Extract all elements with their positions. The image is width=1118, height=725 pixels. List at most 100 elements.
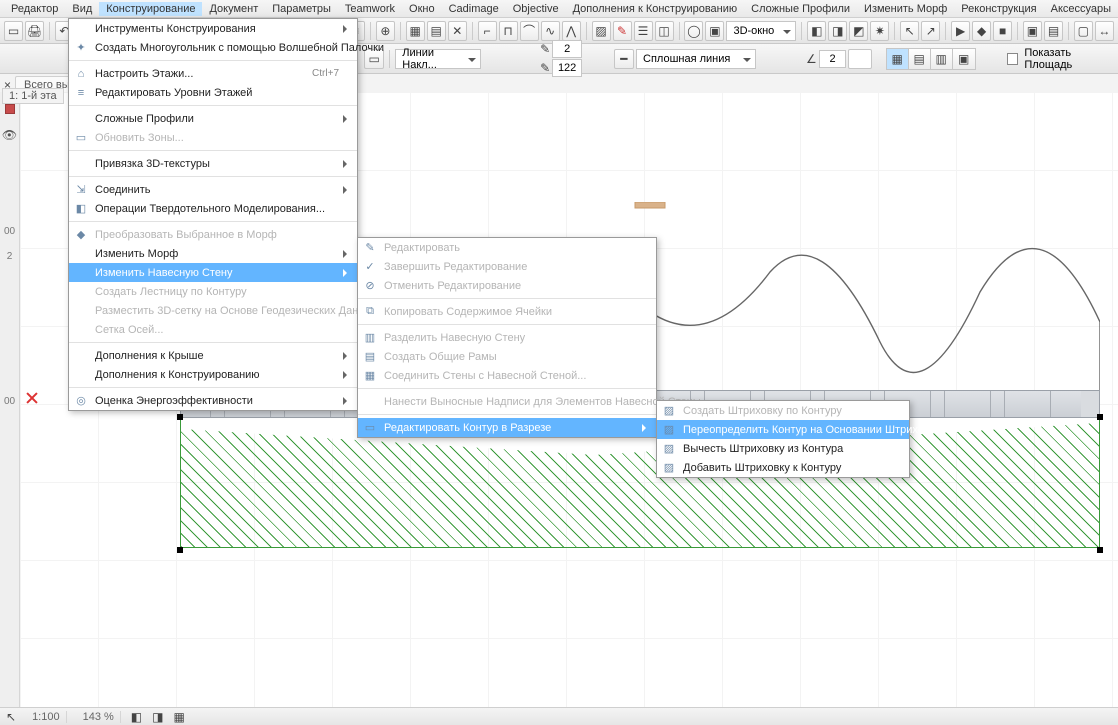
menu-row[interactable]: Дополнения к Крыше bbox=[69, 346, 357, 365]
handle-icon[interactable] bbox=[177, 547, 183, 553]
angle-value[interactable]: 2 bbox=[819, 50, 847, 68]
mode-2[interactable]: ▤ bbox=[909, 49, 931, 69]
nav-icon[interactable]: ▦ bbox=[173, 711, 184, 723]
menu-row: ▤Создать Общие Рамы bbox=[358, 347, 656, 366]
zoom-value[interactable]: 1:100 bbox=[26, 711, 67, 723]
num-a[interactable]: 2 bbox=[552, 40, 582, 58]
tb-fill[interactable]: ▨ bbox=[592, 21, 611, 41]
menu-row[interactable]: ◧Операции Твердотельного Моделирования..… bbox=[69, 199, 357, 218]
tb-arrow1[interactable]: ↖ bbox=[900, 21, 919, 41]
tb-new[interactable]: ▭ bbox=[4, 21, 23, 41]
menu-row[interactable]: ▨ Добавить Штриховку к Контуру bbox=[657, 458, 909, 477]
tb-view1[interactable]: ◧ bbox=[807, 21, 826, 41]
menu-item[interactable]: Аксессуары bbox=[1044, 2, 1118, 16]
separator bbox=[801, 22, 802, 40]
linetype-dropdown[interactable]: Линии Накл... bbox=[395, 49, 481, 69]
eye-icon[interactable]: 👁 bbox=[2, 128, 17, 142]
floor-tab[interactable]: 1: 1-й эта bbox=[2, 88, 64, 104]
menu-item[interactable]: Objective bbox=[506, 2, 566, 16]
menu-row-label: Редактировать Уровни Этажей bbox=[95, 87, 252, 99]
tb-cam[interactable]: ☰ bbox=[634, 21, 653, 41]
menu-item[interactable]: Изменить Морф bbox=[857, 2, 954, 16]
scale-value[interactable]: 143 % bbox=[77, 711, 121, 723]
menu-row-icon: ▨ bbox=[661, 461, 677, 474]
menu-row[interactable]: ≡Редактировать Уровни Этажей bbox=[69, 83, 357, 102]
mode-3[interactable]: ▥ bbox=[931, 49, 953, 69]
mode-1[interactable]: ▦ bbox=[887, 49, 909, 69]
menu-row[interactable]: ▭Редактировать Контур в Разрезе bbox=[358, 418, 656, 437]
contour-submenu: ▨Создать Штриховку по Контуру▨Переопреде… bbox=[656, 400, 910, 478]
menu-item[interactable]: Редактор bbox=[4, 2, 65, 16]
menu-row[interactable]: ◎Оценка Энергоэффективности bbox=[69, 391, 357, 410]
tb-3d[interactable]: ◫ bbox=[655, 21, 674, 41]
menu-row[interactable]: Сложные Профили bbox=[69, 109, 357, 128]
mode-4[interactable]: ▣ bbox=[953, 49, 975, 69]
menu-row[interactable]: Привязка 3D-текстуры bbox=[69, 154, 357, 173]
menu-row-label: Добавить Штриховку к Контуру bbox=[683, 462, 841, 474]
menu-row[interactable]: Изменить Морф bbox=[69, 244, 357, 263]
tb-c1[interactable]: ▣ bbox=[1023, 21, 1042, 41]
tb-dim[interactable]: ↔ bbox=[1095, 21, 1114, 41]
tb-sun[interactable]: ✷ bbox=[870, 21, 889, 41]
tb-a5[interactable]: ⋀ bbox=[562, 21, 581, 41]
menu-item[interactable]: Сложные Профили bbox=[744, 2, 857, 16]
menu-item[interactable]: Окно bbox=[402, 2, 442, 16]
tb-ruler[interactable]: ▤ bbox=[427, 21, 446, 41]
tb-x[interactable]: ✕ bbox=[448, 21, 467, 41]
menu-item[interactable]: Дополнения к Конструированию bbox=[566, 2, 745, 16]
menu-item[interactable]: Документ bbox=[202, 2, 265, 16]
tb-arrow2[interactable]: ↗ bbox=[921, 21, 940, 41]
menu-row: ◆Преобразовать Выбранное в Морф bbox=[69, 225, 357, 244]
menu-row: Нанести Выносные Надписи для Элементов Н… bbox=[358, 392, 656, 411]
menu-row[interactable]: ⌂Настроить Этажи...Ctrl+7 bbox=[69, 64, 357, 83]
construction-menu: Инструменты Конструирования✦Создать Мног… bbox=[68, 18, 358, 411]
tb-play[interactable]: ▶ bbox=[951, 21, 970, 41]
num-b[interactable]: 122 bbox=[552, 59, 582, 77]
tb-snap[interactable]: ⊕ bbox=[376, 21, 395, 41]
tb-stop[interactable]: ■ bbox=[993, 21, 1012, 41]
menu-row[interactable]: Изменить Навесную Стену bbox=[69, 263, 357, 282]
menu-item[interactable]: Параметры bbox=[265, 2, 338, 16]
tb-a1[interactable]: ⌐ bbox=[478, 21, 497, 41]
tb-a4[interactable]: ∿ bbox=[541, 21, 560, 41]
line-style-dropdown[interactable]: Сплошная линия bbox=[636, 49, 756, 69]
marker-icon[interactable] bbox=[5, 104, 15, 114]
menu-item[interactable]: Реконструкция bbox=[954, 2, 1043, 16]
menu-row[interactable]: ⇲Соединить bbox=[69, 180, 357, 199]
tb-pen[interactable]: ✎ bbox=[613, 21, 632, 41]
handle-icon[interactable] bbox=[1097, 414, 1103, 420]
menu-item[interactable]: Вид bbox=[65, 2, 99, 16]
separator bbox=[894, 22, 895, 40]
tb-world[interactable]: ◯ bbox=[684, 21, 703, 41]
menu-row-icon: ⌂ bbox=[73, 68, 89, 80]
menu-row[interactable]: ▨Вычесть Штриховку из Контура bbox=[657, 439, 909, 458]
tb-view2[interactable]: ◨ bbox=[828, 21, 847, 41]
menu-item[interactable]: Teamwork bbox=[338, 2, 402, 16]
tb-grid[interactable]: ▦ bbox=[406, 21, 425, 41]
tb-rec[interactable]: ◆ bbox=[972, 21, 991, 41]
menu-row-icon: ▤ bbox=[362, 350, 378, 363]
separator bbox=[945, 22, 946, 40]
menu-row[interactable]: Дополнения к Конструированию bbox=[69, 365, 357, 384]
window3d-dropdown[interactable]: 3D-окно bbox=[726, 21, 796, 41]
show-area-checkbox[interactable] bbox=[1007, 53, 1018, 65]
line-sample[interactable]: ━ bbox=[614, 49, 634, 69]
nav-icon[interactable]: ◨ bbox=[152, 711, 163, 723]
tb-box[interactable]: ▢ bbox=[1074, 21, 1093, 41]
menu-row[interactable]: ✦Создать Многоугольник с помощью Волшебн… bbox=[69, 38, 357, 57]
menu-row-label: Сетка Осей... bbox=[95, 324, 163, 336]
menu-row[interactable]: ▨Переопределить Контур на Основании Штри… bbox=[657, 420, 909, 439]
tb-cube[interactable]: ▣ bbox=[705, 21, 724, 41]
menu-item-active[interactable]: Конструирование bbox=[99, 2, 202, 16]
handle-icon[interactable] bbox=[1097, 547, 1103, 553]
tb-a3[interactable]: ⌒ bbox=[520, 21, 539, 41]
handle-icon[interactable] bbox=[177, 414, 183, 420]
menu-item[interactable]: Cadimage bbox=[442, 2, 506, 16]
angle-swatch[interactable] bbox=[848, 49, 872, 69]
tb-c2[interactable]: ▤ bbox=[1044, 21, 1063, 41]
tb-view3[interactable]: ◩ bbox=[849, 21, 868, 41]
nav-icon[interactable]: ◧ bbox=[131, 711, 142, 723]
menu-row[interactable]: Инструменты Конструирования bbox=[69, 19, 357, 38]
tb-open[interactable]: 🖨 bbox=[25, 21, 44, 41]
tb-a2[interactable]: ⊓ bbox=[499, 21, 518, 41]
